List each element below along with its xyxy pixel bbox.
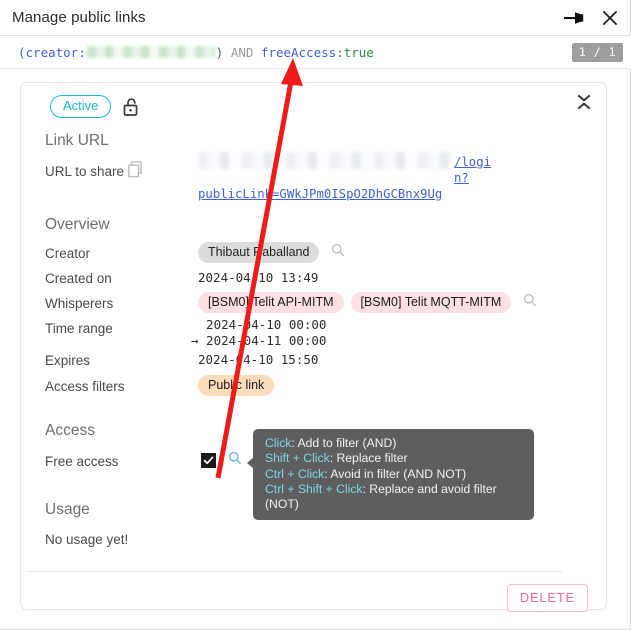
section-title-link-url: Link URL <box>45 132 109 149</box>
section-title-overview: Overview <box>45 216 110 233</box>
url-line-2[interactable]: publicLink=GWkJPm0ISpO2DhGCBnx9Ug <box>198 186 498 202</box>
value-expires: 2024-04-10 15:50 <box>198 352 319 367</box>
value-created-on: 2024-04-10 13:49 <box>198 270 319 285</box>
label-creator: Creator <box>45 246 91 261</box>
result-count-badge: 1 / 1 <box>571 43 623 62</box>
query-operator-and: AND <box>230 44 254 60</box>
query-expression[interactable]: (creator:) AND freeAccess: true <box>18 45 374 60</box>
query-colon: : <box>336 44 344 60</box>
usage-text: No usage yet! <box>45 532 129 547</box>
unlock-icon[interactable] <box>122 97 140 117</box>
label-created-on: Created on <box>45 271 112 286</box>
label-free-access: Free access <box>45 454 119 469</box>
public-link-card: Active Link URL URL to share /login? pub… <box>20 82 607 612</box>
tooltip-key: Shift + Click <box>265 451 330 466</box>
page-title: Manage public links <box>12 9 146 26</box>
label-expires: Expires <box>45 353 91 368</box>
url-line-1[interactable]: /login? <box>198 154 498 186</box>
query-field-free-access: freeAccess <box>260 44 337 60</box>
chip-creator[interactable]: Thibaut Raballand <box>198 242 320 264</box>
query-field-creator: creator: <box>25 44 86 60</box>
label-access-filters: Access filters <box>45 379 125 394</box>
tooltip-desc: : Add to filter (AND) <box>291 436 397 450</box>
query-redacted-value <box>86 46 215 58</box>
tooltip-key: Click <box>265 436 292 450</box>
tooltip-desc: : Replace filter <box>329 451 408 466</box>
card-divider <box>28 571 562 572</box>
value-access-filters: Public link <box>198 375 275 397</box>
query-close-paren: ) <box>215 44 224 60</box>
value-time-range: 2024-04-10 00:00 → 2024-04-11 00:00 <box>191 317 327 348</box>
close-icon[interactable] <box>599 7 621 29</box>
window-titlebar: Manage public links <box>0 0 631 36</box>
query-value-true: true <box>343 44 374 60</box>
status-badge[interactable]: Active <box>50 95 112 119</box>
chip-whisperer[interactable]: [BSM0] Telit API-MITM <box>198 292 344 314</box>
tooltip-key: Ctrl + Shift + Click <box>265 481 363 496</box>
query-bar[interactable]: (creator:) AND freeAccess: true 1 / 1 <box>0 36 631 69</box>
label-url-to-share: URL to share <box>45 164 125 179</box>
delete-button[interactable]: DELETE <box>506 584 588 612</box>
query-open-paren: ( <box>18 44 26 60</box>
url-to-share-value[interactable]: /login? publicLink=GWkJPm0ISpO2DhGCBnx9U… <box>198 152 498 202</box>
chip-access-filter[interactable]: Public link <box>198 375 275 397</box>
collapse-icon[interactable] <box>574 92 594 112</box>
tooltip-key: Ctrl + Click <box>265 466 325 481</box>
label-whisperers: Whisperers <box>45 296 114 311</box>
value-free-access <box>201 451 242 470</box>
value-whisperers: [BSM0] Telit API-MITM [BSM0] Telit MQTT-… <box>198 292 537 314</box>
section-title-usage: Usage <box>45 501 90 518</box>
tooltip-line: Ctrl + Click: Avoid in filter (AND NOT) <box>265 467 524 482</box>
filter-help-tooltip: Click: Add to filter (AND) Shift + Click… <box>247 429 534 521</box>
search-icon-whisperers[interactable] <box>523 293 537 312</box>
search-icon-creator[interactable] <box>331 243 345 262</box>
app-window: Manage public links (creator:) AND freeA… <box>0 0 631 630</box>
value-creator: Thibaut Raballand <box>198 242 345 264</box>
pin-icon[interactable] <box>563 7 585 29</box>
copy-icon[interactable] <box>128 161 144 183</box>
card-status-row: Active <box>50 95 140 119</box>
chip-whisperer[interactable]: [BSM0] Telit MQTT-MITM <box>350 292 512 314</box>
tooltip-desc: : Avoid in filter (AND NOT) <box>324 466 467 481</box>
titlebar-actions <box>563 7 621 29</box>
search-icon-free-access[interactable] <box>228 451 242 470</box>
section-title-access: Access <box>45 422 95 439</box>
label-time-range: Time range <box>45 321 113 336</box>
free-access-checkbox[interactable] <box>201 453 216 468</box>
tooltip-line: Click: Add to filter (AND) <box>265 436 524 451</box>
tooltip-line: Ctrl + Shift + Click: Replace and avoid … <box>265 482 524 513</box>
tooltip-line: Shift + Click: Replace filter <box>265 451 524 466</box>
